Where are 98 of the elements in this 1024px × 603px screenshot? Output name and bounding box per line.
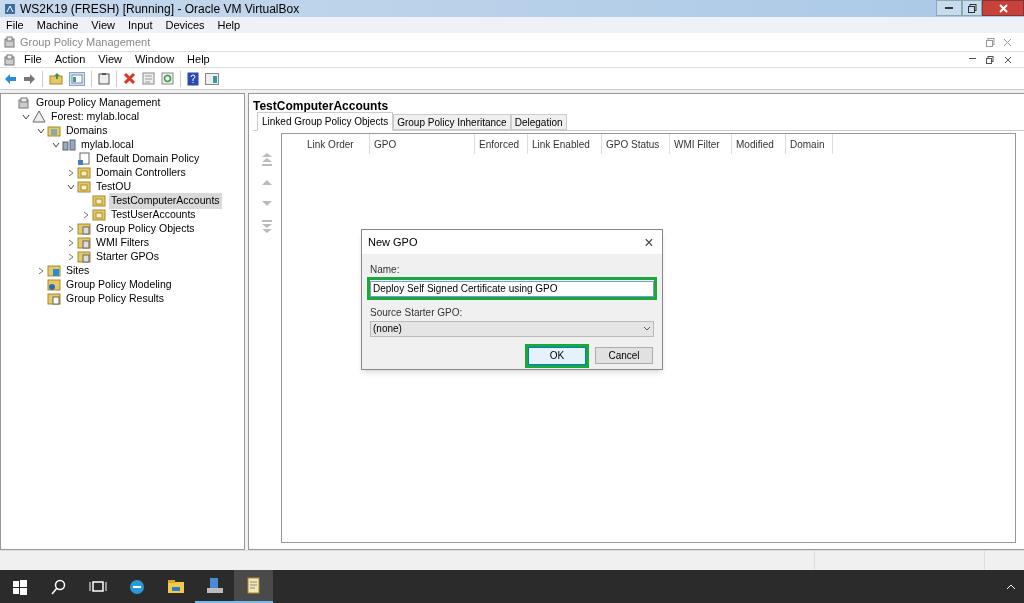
help-icon[interactable] bbox=[187, 71, 199, 86]
menu-item[interactable]: Action bbox=[54, 51, 86, 68]
restore-icon[interactable] bbox=[986, 55, 994, 64]
starter-dropdown[interactable]: (none) bbox=[370, 320, 654, 337]
chevron-right-icon[interactable] bbox=[67, 239, 75, 247]
folder-icon bbox=[77, 166, 91, 180]
refresh-icon[interactable] bbox=[161, 72, 174, 85]
tree-item[interactable]: WMI Filters bbox=[94, 235, 152, 251]
folder-icon bbox=[47, 292, 61, 306]
tree-item[interactable]: Group Policy Modeling bbox=[64, 277, 174, 293]
menu-item[interactable]: Help bbox=[187, 51, 210, 68]
dialog-title: New GPO bbox=[368, 234, 418, 250]
folder-icon bbox=[77, 222, 91, 236]
tree-item[interactable]: TestComputerAccounts bbox=[109, 193, 222, 209]
folder-icon bbox=[47, 124, 61, 138]
minimize-icon bbox=[945, 6, 953, 10]
tree-item[interactable]: Starter GPOs bbox=[94, 249, 161, 265]
column-header[interactable]: GPO bbox=[370, 134, 475, 154]
name-field[interactable]: Deploy Self Signed Certificate using GPO bbox=[370, 280, 654, 297]
menu-item[interactable]: Machine bbox=[36, 16, 79, 34]
chevron-up-icon[interactable] bbox=[1006, 583, 1016, 590]
forward-arrow-icon[interactable] bbox=[23, 72, 36, 85]
menu-item[interactable]: Devices bbox=[165, 16, 205, 34]
folder-icon bbox=[47, 278, 61, 292]
column-header[interactable]: Domain bbox=[786, 134, 833, 154]
column-header[interactable]: GPO Status bbox=[602, 134, 670, 154]
tree-item[interactable]: TestOU bbox=[94, 179, 133, 195]
close-button[interactable] bbox=[982, 0, 1024, 16]
console-icon bbox=[4, 53, 16, 66]
chevron-right-icon[interactable] bbox=[37, 267, 45, 275]
delete-icon[interactable] bbox=[123, 72, 136, 85]
folder-up-icon[interactable] bbox=[49, 72, 63, 85]
tree-item[interactable]: TestUserAccounts bbox=[109, 207, 198, 223]
minimize-button[interactable] bbox=[936, 0, 962, 16]
folder-icon bbox=[77, 250, 91, 264]
field-label: Name: bbox=[370, 263, 401, 277]
chevron-down-icon[interactable] bbox=[67, 183, 75, 191]
tree-item[interactable]: Group Policy Management bbox=[34, 95, 163, 111]
app-icon bbox=[4, 2, 16, 15]
chevron-right-icon[interactable] bbox=[67, 169, 75, 177]
window-title: WS2K19 (FRESH) [Running] - Oracle VM VirtualBox bbox=[20, 0, 300, 18]
dialog-button[interactable]: Cancel bbox=[595, 346, 653, 364]
tree-item[interactable]: Group Policy Results bbox=[64, 291, 167, 307]
tree-item[interactable]: Sites bbox=[64, 263, 92, 279]
menu-item[interactable]: View bbox=[98, 51, 122, 68]
chevron-down-icon[interactable] bbox=[37, 127, 45, 135]
menu-item[interactable]: File bbox=[6, 16, 24, 34]
field-label: Source Starter GPO: bbox=[370, 305, 464, 320]
tree-item[interactable]: Domain Controllers bbox=[94, 165, 188, 181]
triangle-icon bbox=[32, 110, 46, 124]
tab[interactable]: Delegation bbox=[510, 114, 567, 130]
panel-icon[interactable] bbox=[205, 72, 219, 85]
menu-item[interactable]: View bbox=[91, 16, 115, 34]
column-header[interactable]: Link Order bbox=[282, 134, 370, 154]
tree-pane-icon[interactable] bbox=[69, 71, 85, 86]
chevron-down-icon[interactable] bbox=[22, 113, 30, 121]
tree-item[interactable]: Forest: mylab.local bbox=[49, 109, 142, 125]
taskbar-button[interactable] bbox=[234, 570, 273, 603]
document-icon bbox=[77, 152, 91, 166]
close-button[interactable]: × bbox=[636, 231, 662, 253]
tab[interactable]: Linked Group Policy Objects bbox=[257, 112, 394, 131]
chevron-right-icon[interactable] bbox=[67, 225, 75, 233]
close-icon[interactable] bbox=[1004, 55, 1012, 64]
chevron-down-icon bbox=[643, 326, 651, 331]
restore-button[interactable] bbox=[962, 0, 982, 16]
folder-icon bbox=[77, 236, 91, 250]
console-icon bbox=[4, 36, 16, 48]
restore-icon bbox=[967, 3, 977, 13]
folder-icon bbox=[92, 208, 106, 222]
menu-item[interactable]: File bbox=[24, 51, 42, 68]
tree-item[interactable]: Default Domain Policy bbox=[94, 151, 202, 167]
folder-icon bbox=[77, 180, 91, 194]
menu-item[interactable]: Input bbox=[127, 16, 153, 34]
column-header[interactable]: Enforced bbox=[475, 134, 528, 154]
pane-title: TestComputerAccounts bbox=[253, 98, 390, 112]
minimize-icon[interactable] bbox=[969, 58, 976, 61]
back-arrow-icon[interactable] bbox=[4, 72, 17, 85]
folder-icon bbox=[92, 194, 106, 208]
chevron-down-icon[interactable] bbox=[52, 141, 60, 149]
tree-item[interactable]: mylab.local bbox=[79, 137, 136, 153]
column-header[interactable]: Modified bbox=[732, 134, 786, 154]
close-icon bbox=[998, 3, 1008, 13]
tab[interactable]: Group Policy Inheritance bbox=[393, 114, 511, 130]
menu-item[interactable]: Window bbox=[134, 51, 175, 68]
clipboard-icon[interactable] bbox=[98, 72, 110, 85]
menu-item[interactable]: Help bbox=[217, 16, 241, 34]
chevron-right-icon[interactable] bbox=[67, 253, 75, 261]
tree-item[interactable]: Group Policy Objects bbox=[94, 221, 197, 237]
column-header[interactable]: WMI Filter bbox=[670, 134, 732, 154]
folder-icon bbox=[47, 264, 61, 278]
server-icon bbox=[62, 138, 76, 152]
tree-item[interactable]: Domains bbox=[64, 123, 110, 139]
server-icon bbox=[204, 575, 225, 596]
chevron-right-icon[interactable] bbox=[82, 211, 90, 219]
window-title: Group Policy Management bbox=[20, 34, 151, 50]
console-icon bbox=[17, 96, 31, 110]
dialog-button[interactable]: OK bbox=[525, 343, 589, 368]
column-header[interactable]: Link Enabled bbox=[528, 134, 602, 154]
